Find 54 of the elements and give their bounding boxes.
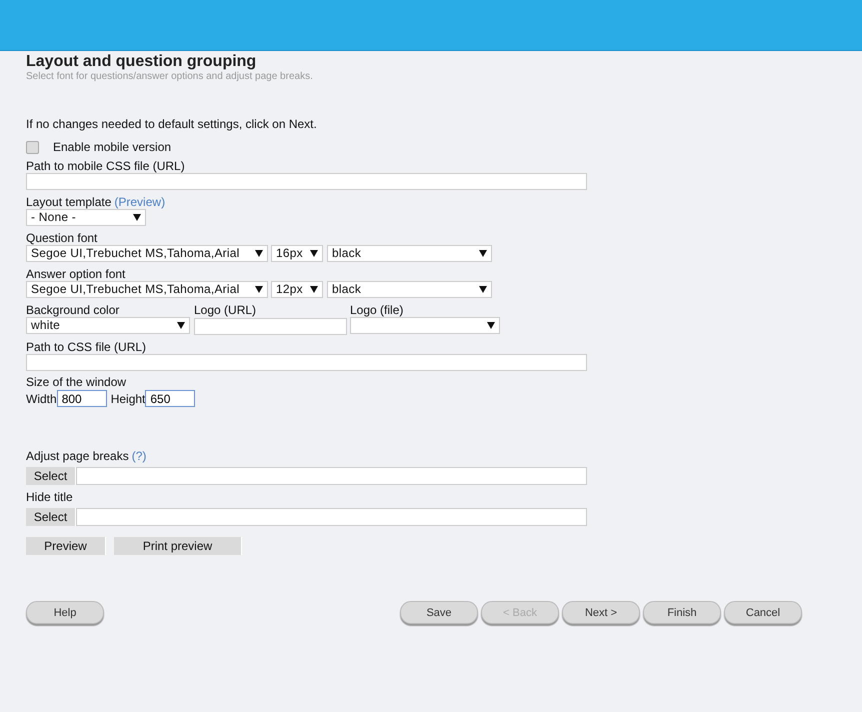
caret-icon (310, 286, 318, 293)
caret-icon (479, 286, 487, 293)
field-label: Question font (26, 231, 98, 245)
input-field[interactable] (76, 467, 587, 485)
field-label: Size of the window (26, 375, 128, 389)
field-label: Width (26, 392, 57, 406)
field-label: Height (110, 392, 146, 406)
template-dropdown[interactable]: - None - (26, 209, 146, 226)
field-label: Path to CSS file (URL) (26, 340, 148, 354)
caret-icon (255, 286, 263, 293)
font-dropdown[interactable]: Segoe UI,Trebuchet MS,Tahoma,Arial (26, 281, 268, 298)
nav-button[interactable]: Next > (562, 601, 640, 624)
size-dropdown[interactable]: 16px (271, 245, 323, 262)
select-button[interactable]: Select (26, 467, 76, 485)
size-dropdown[interactable]: 12px (271, 281, 323, 298)
checkbox-label: Enable mobile version (53, 140, 172, 154)
height-field[interactable]: 650 (145, 390, 196, 407)
field-label: Path to mobile CSS file (URL) (26, 159, 186, 173)
field-label: Answer option font (26, 267, 126, 281)
field-label: Logo (URL) (194, 303, 258, 317)
preview-button[interactable]: Preview (26, 537, 106, 555)
help-link[interactable]: (?) (132, 449, 146, 463)
field-label: Layout template (26, 195, 112, 209)
field-label: Adjust page breaks (26, 449, 129, 463)
intro-text: If no changes needed to default settings, click on Next. (26, 117, 318, 131)
input-field[interactable] (194, 318, 347, 334)
preview-button[interactable]: Print preview (114, 537, 242, 555)
preview-link[interactable]: (Preview) (114, 195, 166, 209)
caret-icon (487, 322, 495, 329)
font-dropdown[interactable]: Segoe UI,Trebuchet MS,Tahoma,Arial (26, 245, 268, 262)
caret-icon (255, 250, 263, 257)
page-title: Layout and question grouping (26, 52, 258, 71)
color-dropdown[interactable]: white (26, 317, 190, 334)
nav-button[interactable]: Save (400, 601, 478, 624)
width-field[interactable]: 800 (56, 390, 107, 407)
input-field[interactable] (26, 173, 587, 190)
help-button[interactable]: Help (26, 601, 104, 624)
input-field[interactable] (76, 508, 587, 526)
page-subtitle: Select font for questions/answer options and adjust page breaks. (26, 71, 314, 83)
caret-icon (177, 322, 185, 329)
field-label: Logo (file) (350, 303, 404, 317)
input-field[interactable] (26, 354, 587, 371)
nav-button[interactable]: Finish (643, 601, 721, 624)
color-dropdown[interactable]: black (327, 245, 492, 262)
nav-button[interactable]: Cancel (724, 601, 802, 624)
caret-icon (479, 250, 487, 257)
file-dropdown[interactable] (350, 317, 500, 334)
select-button[interactable]: Select (26, 508, 76, 526)
field-label: Background color (26, 303, 120, 317)
caret-icon (133, 214, 141, 221)
checkbox[interactable] (26, 140, 39, 154)
color-dropdown[interactable]: black (327, 281, 492, 298)
caret-icon (310, 250, 318, 257)
field-label: Hide title (26, 490, 74, 504)
